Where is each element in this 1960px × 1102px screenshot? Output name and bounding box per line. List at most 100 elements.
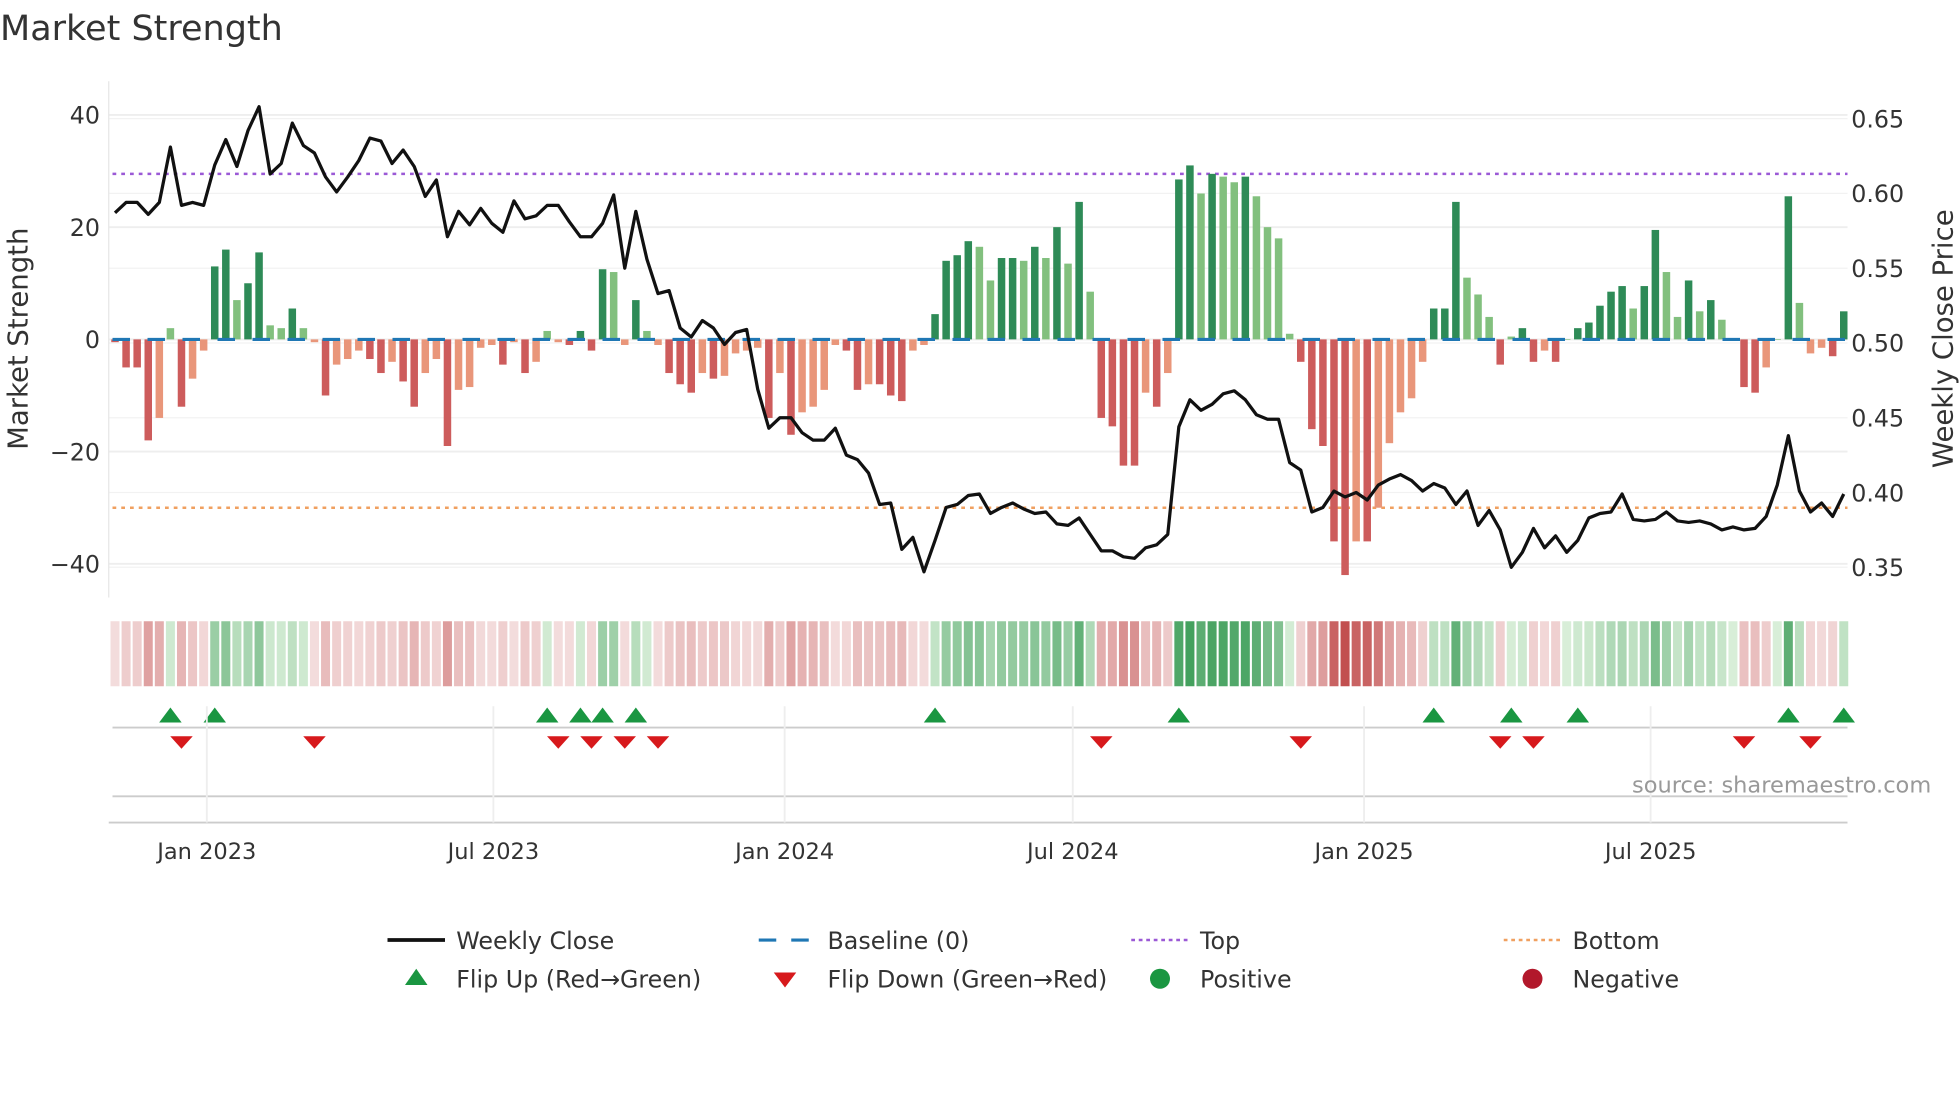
flip-down-marker	[170, 736, 193, 749]
heat-cell	[1739, 621, 1749, 687]
negative-bar	[853, 339, 862, 390]
heat-cell	[675, 621, 685, 687]
x-tick-label: Jul 2023	[446, 839, 540, 865]
heat-cell	[232, 621, 242, 687]
legend-flip-down-label: Flip Down (Green→Red)	[828, 966, 1108, 994]
negative-bar	[133, 339, 141, 368]
heat-cell	[1041, 621, 1051, 687]
heat-cell	[1130, 621, 1140, 687]
heat-cell	[1218, 621, 1228, 687]
heat-cell	[309, 621, 319, 687]
negative-bar	[1762, 339, 1770, 368]
negative-bar	[1817, 339, 1826, 348]
heat-cell	[1706, 621, 1716, 687]
positive-bar	[1053, 227, 1061, 340]
heat-cell	[1118, 621, 1128, 687]
flip-down-marker	[1488, 736, 1512, 749]
heat-cell	[797, 621, 807, 687]
negative-bar	[366, 339, 374, 360]
heat-cell	[1584, 621, 1594, 687]
negative-bar	[1319, 339, 1327, 446]
positive-bar	[1574, 328, 1582, 340]
negative-bar	[177, 339, 186, 407]
x-axis: Jan 2023 Jul 2023 Jan 2024 Jul 2024 Jan 2025…	[155, 706, 1696, 865]
heat-cell	[221, 621, 231, 687]
x-tick-label: Jul 2025	[1603, 839, 1697, 865]
flip-up-marker	[1566, 707, 1590, 723]
negative-bar	[798, 339, 806, 413]
heat-cell	[952, 621, 962, 687]
flip-down-marker	[1090, 736, 1113, 749]
heat-cell	[265, 621, 275, 687]
negative-bar	[122, 339, 130, 368]
flip-down-marker	[1799, 736, 1822, 749]
negative-bar	[1164, 339, 1172, 374]
positive-bar	[299, 328, 308, 340]
y-tick-label: 40	[70, 102, 100, 130]
negative-bar	[1385, 339, 1394, 444]
negative-bar	[587, 339, 596, 351]
heat-cell	[753, 621, 763, 687]
negative-bar	[532, 339, 540, 362]
flip-up-marker	[569, 707, 592, 723]
heat-cell	[165, 621, 175, 687]
heat-cell	[919, 621, 929, 687]
positive-bar	[975, 246, 984, 340]
positive-bar	[609, 272, 618, 340]
heat-cell	[409, 621, 419, 687]
heat-cell	[1484, 621, 1494, 687]
positive-bar	[1673, 316, 1682, 340]
heat-cell	[542, 621, 552, 687]
heat-cell	[719, 621, 729, 687]
heat-cell	[1085, 621, 1095, 687]
heat-cell	[332, 621, 342, 687]
negative-bar	[499, 339, 507, 365]
legend-bottom-label: Bottom	[1573, 927, 1660, 955]
heat-cell	[963, 621, 973, 687]
heat-cell	[908, 621, 918, 687]
heat-cell	[609, 621, 619, 687]
positive-bar	[1651, 229, 1660, 340]
negative-bar	[621, 339, 629, 345]
heat-cell	[1617, 621, 1627, 687]
x-tick-label: Jan 2024	[733, 839, 834, 865]
negative-bar	[421, 339, 430, 374]
negative-bar	[842, 339, 851, 351]
heat-cell	[465, 621, 475, 687]
heat-cell	[1296, 621, 1306, 687]
heat-cell	[1573, 621, 1583, 687]
heat-cell	[886, 621, 896, 687]
heat-cell	[841, 621, 851, 687]
positive-bar	[1274, 238, 1283, 340]
positive-bar	[244, 283, 252, 340]
heat-cell	[1196, 621, 1206, 687]
heat-cell	[1207, 621, 1217, 687]
heat-cell	[498, 621, 508, 687]
heat-cell	[154, 621, 164, 687]
heat-cell	[1551, 621, 1561, 687]
positive-bar	[1086, 291, 1094, 340]
heat-cell	[1473, 621, 1483, 687]
negative-bar	[465, 339, 474, 388]
positive-bar	[1463, 277, 1471, 340]
heat-cell	[1717, 621, 1727, 687]
legend-positive-label: Positive	[1200, 966, 1292, 994]
negative-bar	[1141, 339, 1150, 393]
positive-bar	[1474, 294, 1482, 340]
flip-down-marker	[1522, 736, 1545, 749]
positive-bar	[997, 258, 1006, 340]
negative-bar	[1418, 339, 1427, 362]
heat-cell	[1562, 621, 1572, 687]
heat-cell	[1794, 621, 1804, 687]
heat-cell	[775, 621, 785, 687]
market-strength-chart: Market Strength 40 20 0 −20 −40 0.65 0.60 0.55 0…	[0, 9, 1960, 994]
flip-up-marker	[535, 707, 559, 723]
negative-bar	[1751, 339, 1759, 393]
heat-cell	[354, 621, 364, 687]
heat-cell	[1783, 621, 1793, 687]
heat-cell	[1407, 621, 1417, 687]
heat-cell	[631, 621, 641, 687]
heat-cell	[509, 621, 519, 687]
heat-cell	[852, 621, 862, 687]
heat-cell	[819, 621, 829, 687]
